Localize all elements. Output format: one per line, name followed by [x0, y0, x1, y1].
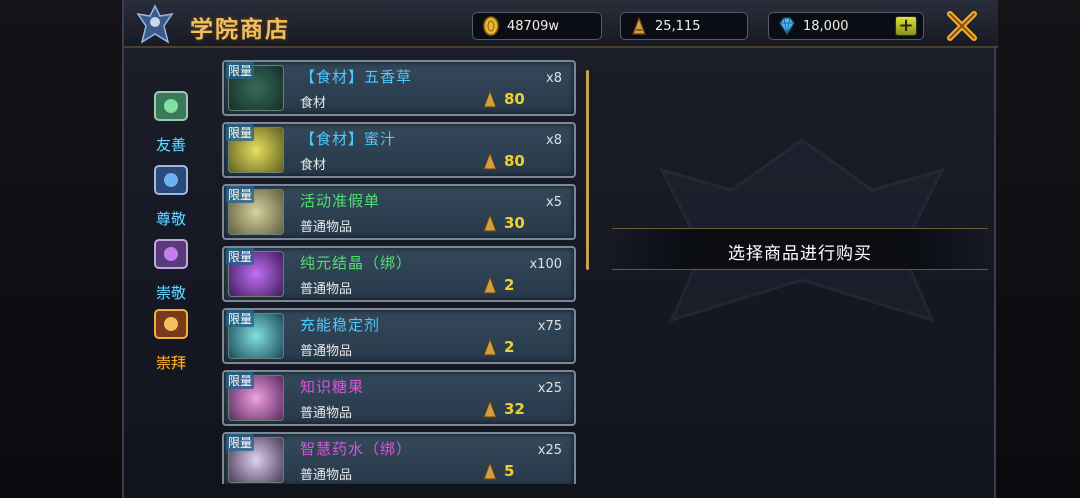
crystal-gem-icon: [779, 17, 795, 36]
badge-token-icon: [483, 276, 497, 294]
gem-amount: 18,000: [803, 18, 849, 34]
badge-token-icon: [483, 152, 497, 170]
item-category: 普通物品: [300, 282, 353, 297]
badge-token-icon: [483, 338, 497, 356]
purple-crest-icon: [154, 239, 188, 269]
item-category: 食材: [300, 96, 327, 111]
shop-window: 学院商店 48709w 25,115 18,000 + 友善 尊敬 崇敬 崇拜 …: [122, 0, 998, 498]
item-price: 80: [504, 152, 525, 170]
badge-token-icon: [483, 462, 497, 480]
green-crest-icon: [154, 91, 188, 121]
item-name: 活动准假单: [300, 192, 381, 210]
list-item[interactable]: 限量 【食材】蜜汁 食材 x8 80: [222, 122, 576, 178]
list-item[interactable]: 限量 智慧药水（绑） 普通物品 x25 5: [222, 432, 576, 484]
item-quantity: x100: [529, 257, 562, 272]
badge-token-icon: [483, 214, 497, 232]
item-quantity: x75: [537, 319, 562, 334]
list-item[interactable]: 限量 活动准假单 普通物品 x5 30: [222, 184, 576, 240]
detail-panel: 选择商品进行购买: [612, 60, 988, 484]
item-name: 智慧药水（绑）: [300, 440, 413, 458]
item-price: 2: [504, 338, 515, 356]
gold-coin-icon: [483, 16, 499, 36]
gold-amount: 48709w: [507, 18, 559, 34]
limited-badge: 限量: [226, 310, 255, 327]
badge-token-icon: [483, 400, 497, 418]
gem-currency: 18,000 +: [768, 12, 924, 40]
item-list[interactable]: 限量 【食材】五香草 食材 x8 80 限量 【食材】蜜汁 食材 x8 80 限…: [220, 60, 590, 484]
add-gem-button[interactable]: +: [895, 16, 917, 36]
right-background: [996, 0, 1080, 498]
select-prompt-banner: 选择商品进行购买: [612, 228, 988, 270]
tab-revered[interactable]: 崇敬: [136, 236, 206, 302]
limited-badge: 限量: [226, 186, 255, 203]
tab-friendly[interactable]: 友善: [136, 88, 206, 154]
list-item[interactable]: 限量 【食材】五香草 食材 x8 80: [222, 60, 576, 116]
item-price: 5: [504, 462, 515, 480]
blue-crest-icon: [154, 165, 188, 195]
academy-emblem-icon: [136, 4, 174, 44]
item-quantity: x25: [537, 381, 562, 396]
shop-title: 学院商店: [190, 17, 290, 43]
badge-amount: 25,115: [655, 18, 701, 34]
limited-badge: 限量: [226, 434, 255, 451]
item-category: 普通物品: [300, 468, 353, 483]
limited-badge: 限量: [226, 248, 255, 265]
limited-badge: 限量: [226, 62, 255, 79]
select-prompt: 选择商品进行购买: [728, 244, 872, 264]
badge-token-icon: [632, 16, 646, 35]
item-price: 32: [504, 400, 525, 418]
item-category: 食材: [300, 158, 327, 173]
tab-label: 尊敬: [155, 210, 186, 228]
item-name: 【食材】五香草: [300, 68, 413, 86]
item-name: 知识糖果: [300, 378, 365, 396]
list-scrollbar[interactable]: [586, 70, 589, 270]
tab-label: 友善: [155, 136, 186, 154]
item-quantity: x8: [546, 133, 562, 148]
item-quantity: x25: [537, 443, 562, 458]
badge-token-icon: [483, 90, 497, 108]
item-price: 30: [504, 214, 525, 232]
badge-currency: 25,115: [620, 12, 748, 40]
list-item[interactable]: 限量 纯元结晶（绑） 普通物品 x100 2: [222, 246, 576, 302]
item-category: 普通物品: [300, 406, 353, 421]
item-name: 充能稳定剂: [300, 316, 381, 334]
gold-currency: 48709w: [472, 12, 602, 40]
limited-badge: 限量: [226, 124, 255, 141]
gold-crest-icon: [154, 309, 188, 339]
tab-respected[interactable]: 尊敬: [136, 162, 206, 228]
limited-badge: 限量: [226, 372, 255, 389]
item-quantity: x8: [546, 71, 562, 86]
item-category: 普通物品: [300, 220, 353, 235]
title-bar: 学院商店 48709w 25,115 18,000 +: [124, 0, 998, 48]
tab-label: 崇敬: [155, 284, 186, 302]
left-background: [0, 0, 122, 498]
tab-exalted[interactable]: 崇拜: [136, 306, 206, 372]
item-quantity: x5: [546, 195, 562, 210]
item-name: 纯元结晶（绑）: [300, 254, 413, 272]
list-item[interactable]: 限量 充能稳定剂 普通物品 x75 2: [222, 308, 576, 364]
list-item[interactable]: 限量 知识糖果 普通物品 x25 32: [222, 370, 576, 426]
close-icon[interactable]: [944, 8, 980, 44]
item-price: 80: [504, 90, 525, 108]
item-name: 【食材】蜜汁: [300, 130, 397, 148]
item-category: 普通物品: [300, 344, 353, 359]
tab-label: 崇拜: [155, 354, 186, 372]
item-price: 2: [504, 276, 515, 294]
